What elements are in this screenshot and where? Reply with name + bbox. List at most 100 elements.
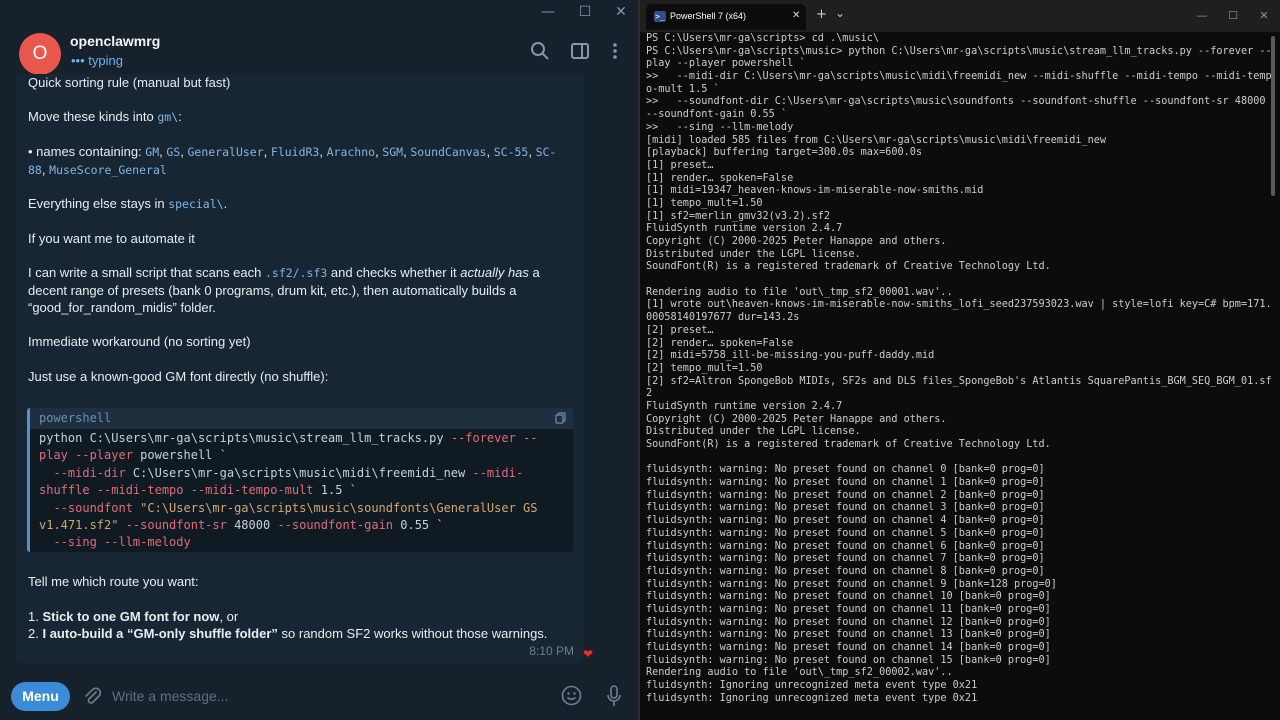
microphone-icon[interactable]	[606, 685, 622, 707]
terminal-line: fluidsynth: warning: No preset found on …	[646, 629, 1051, 641]
terminal-line: >> --soundfont-dir C:\Users\mr-ga\script…	[646, 96, 1266, 108]
inline-code[interactable]: GM	[145, 145, 159, 159]
terminal-line: [2] sf2=Altron SpongeBob MIDIs, SF2s and…	[646, 375, 1272, 387]
terminal-line: Distributed under the LGPL license.	[646, 426, 861, 438]
terminal-output[interactable]: PS C:\Users\mr-ga\scripts> cd .\music\ PS…	[646, 33, 1272, 705]
terminal-line: [1] sf2=merlin_gmv32(v3.2).sf2	[646, 210, 831, 222]
message-paragraph: Quick sorting rule (manual but fast)	[28, 75, 231, 90]
inline-code[interactable]: GeneralUser	[187, 145, 263, 159]
terminal-line: SoundFont(R) is a registered trademark o…	[646, 439, 1051, 450]
chat-header: O openclawmrg ••• typing	[0, 24, 640, 75]
terminal-line: fluidsynth: warning: No preset found on …	[646, 489, 1045, 501]
terminal-line: FluidSynth runtime version 2.4.7	[646, 223, 843, 235]
terminal-line: 2	[646, 388, 653, 400]
terminal-line: PS C:\Users\mr-ga\scripts> cd .\music\	[646, 33, 880, 44]
terminal-line: Distributed under the LGPL license.	[646, 248, 861, 260]
option-item: 2. I auto-build a “GM-only shuffle folde…	[28, 626, 548, 641]
terminal-line: PS C:\Users\mr-ga\scripts\music> python …	[646, 45, 1272, 57]
tab-title: PowerShell 7 (x64)	[670, 11, 747, 21]
terminal-line: fluidsynth: warning: No preset found on …	[646, 616, 1051, 628]
maximize-button[interactable]: ☐	[1223, 8, 1243, 24]
inline-code[interactable]: GS	[166, 145, 180, 159]
close-button[interactable]: ✕	[1254, 8, 1274, 24]
message-paragraph: Everything else stays in special\.	[28, 196, 228, 211]
code-block[interactable]: powershell python C:\Users\mr-ga\scripts…	[27, 408, 573, 552]
chat-title[interactable]: openclawmrg	[70, 33, 160, 49]
message-paragraph: • names containing: GM, GS, GeneralUser,…	[28, 144, 557, 177]
message-paragraph: Just use a known-good GM font directly (…	[28, 369, 329, 384]
terminal-line: fluidsynth: warning: No preset found on …	[646, 540, 1045, 552]
message-input[interactable]	[112, 682, 542, 710]
terminal-line: SoundFont(R) is a registered trademark o…	[646, 261, 1051, 273]
terminal-line: FluidSynth runtime version 2.4.7	[646, 400, 843, 412]
terminal-line: Rendering audio to file 'out\_tmp_sf2_00…	[646, 667, 953, 679]
sidebar-toggle-icon[interactable]	[570, 41, 590, 61]
tab-close-icon[interactable]: ✕	[792, 10, 800, 21]
terminal-line: [1] tempo_mult=1.50	[646, 197, 763, 209]
menu-button[interactable]: Menu	[11, 682, 70, 711]
telegram-titlebar: — ☐ ✕	[0, 0, 640, 24]
code-header: powershell	[30, 408, 573, 429]
message-paragraph: Move these kinds into gm\:	[28, 109, 182, 124]
terminal-line: o-mult 1.5 `	[646, 83, 720, 95]
scrollbar[interactable]	[1271, 36, 1275, 196]
telegram-window: — ☐ ✕ O openclawmrg ••• typing Quick sor…	[0, 0, 640, 720]
emoji-icon[interactable]	[561, 685, 582, 706]
inline-code[interactable]: SC-55	[494, 145, 529, 159]
terminal-line: fluidsynth: warning: No preset found on …	[646, 553, 1045, 565]
terminal-line: [2] midi=5758_ill-be-missing-you-puff-da…	[646, 350, 935, 362]
message-paragraph: Tell me which route you want:	[28, 574, 199, 589]
message-paragraph: Immediate workaround (no sorting yet)	[28, 334, 251, 349]
inline-code[interactable]: SoundCanvas	[410, 145, 486, 159]
message-bubble[interactable]: Quick sorting rule (manual but fast) Mov…	[15, 74, 585, 664]
inline-code[interactable]: MuseScore_General	[49, 163, 167, 177]
new-tab-button[interactable]: +	[816, 8, 827, 21]
message-timestamp: 8:10 PM	[529, 644, 574, 658]
terminal-line: fluidsynth: warning: No preset found on …	[646, 591, 1051, 603]
terminal-line: fluidsynth: warning: No preset found on …	[646, 565, 1045, 577]
copy-icon[interactable]	[555, 412, 567, 424]
tab-bar: >_ PowerShell 7 (x64) ✕ + ⌄ — ☐ ✕	[640, 0, 1280, 32]
terminal-line: fluidsynth: warning: No preset found on …	[646, 642, 1051, 653]
tab-dropdown-icon[interactable]: ⌄	[835, 6, 845, 20]
terminal-line: >> --midi-dir C:\Users\mr-ga\scripts\mus…	[646, 71, 1272, 83]
terminal-line: fluidsynth: warning: No preset found on …	[646, 477, 1045, 489]
inline-code[interactable]: gm\	[157, 110, 178, 124]
inline-code[interactable]: FluidR3	[271, 145, 319, 159]
terminal-line: Copyright (C) 2000-2025 Peter Hanappe an…	[646, 236, 947, 247]
terminal-line: fluidsynth: warning: No preset found on …	[646, 515, 1045, 527]
maximize-button[interactable]: ☐	[575, 4, 595, 20]
powershell-window: >_ PowerShell 7 (x64) ✕ + ⌄ — ☐ ✕ PS C:\…	[640, 0, 1280, 720]
terminal-line: [1] render… spoken=False	[646, 172, 794, 184]
inline-code[interactable]: Arachno	[327, 145, 375, 159]
terminal-line: Rendering audio to file 'out\_tmp_sf2_00…	[646, 286, 953, 298]
message-paragraph: If you want me to automate it	[28, 231, 195, 246]
more-vertical-icon[interactable]	[605, 41, 625, 61]
inline-code[interactable]: special\	[168, 197, 223, 211]
terminal-line: fluidsynth: warning: No preset found on …	[646, 464, 1045, 476]
terminal-line: [2] tempo_mult=1.50	[646, 362, 763, 374]
heart-reaction-icon[interactable]: ❤	[583, 647, 597, 661]
terminal-line: [1] midi=19347_heaven-knows-im-miserable…	[646, 185, 984, 197]
terminal-line: --soundfont-gain 0.55 `	[646, 109, 788, 121]
powershell-icon: >_	[654, 11, 666, 22]
terminal-line: Copyright (C) 2000-2025 Peter Hanappe an…	[646, 413, 947, 425]
tab-powershell[interactable]: >_ PowerShell 7 (x64) ✕	[646, 4, 806, 30]
typing-status: ••• typing	[71, 53, 123, 68]
attach-icon[interactable]	[82, 686, 102, 706]
terminal-line: [playback] buffering target=300.0s max=6…	[646, 147, 923, 159]
terminal-line: fluidsynth: warning: No preset found on …	[646, 654, 1051, 666]
composer: Menu	[0, 672, 640, 720]
minimize-button[interactable]: —	[538, 4, 558, 20]
inline-code[interactable]: .sf2/.sf3	[265, 266, 327, 280]
close-button[interactable]: ✕	[611, 4, 631, 20]
terminal-line: [1] wrote out\heaven-knows-im-miserable-…	[646, 299, 1272, 311]
inline-code[interactable]: SGM	[382, 145, 403, 159]
code-language: powershell	[39, 411, 112, 425]
minimize-button[interactable]: —	[1192, 8, 1212, 24]
terminal-line: [1] preset…	[646, 159, 714, 171]
avatar[interactable]: O	[19, 33, 61, 75]
terminal-line: >> --sing --llm-melody	[646, 121, 794, 133]
search-icon[interactable]	[530, 41, 550, 61]
